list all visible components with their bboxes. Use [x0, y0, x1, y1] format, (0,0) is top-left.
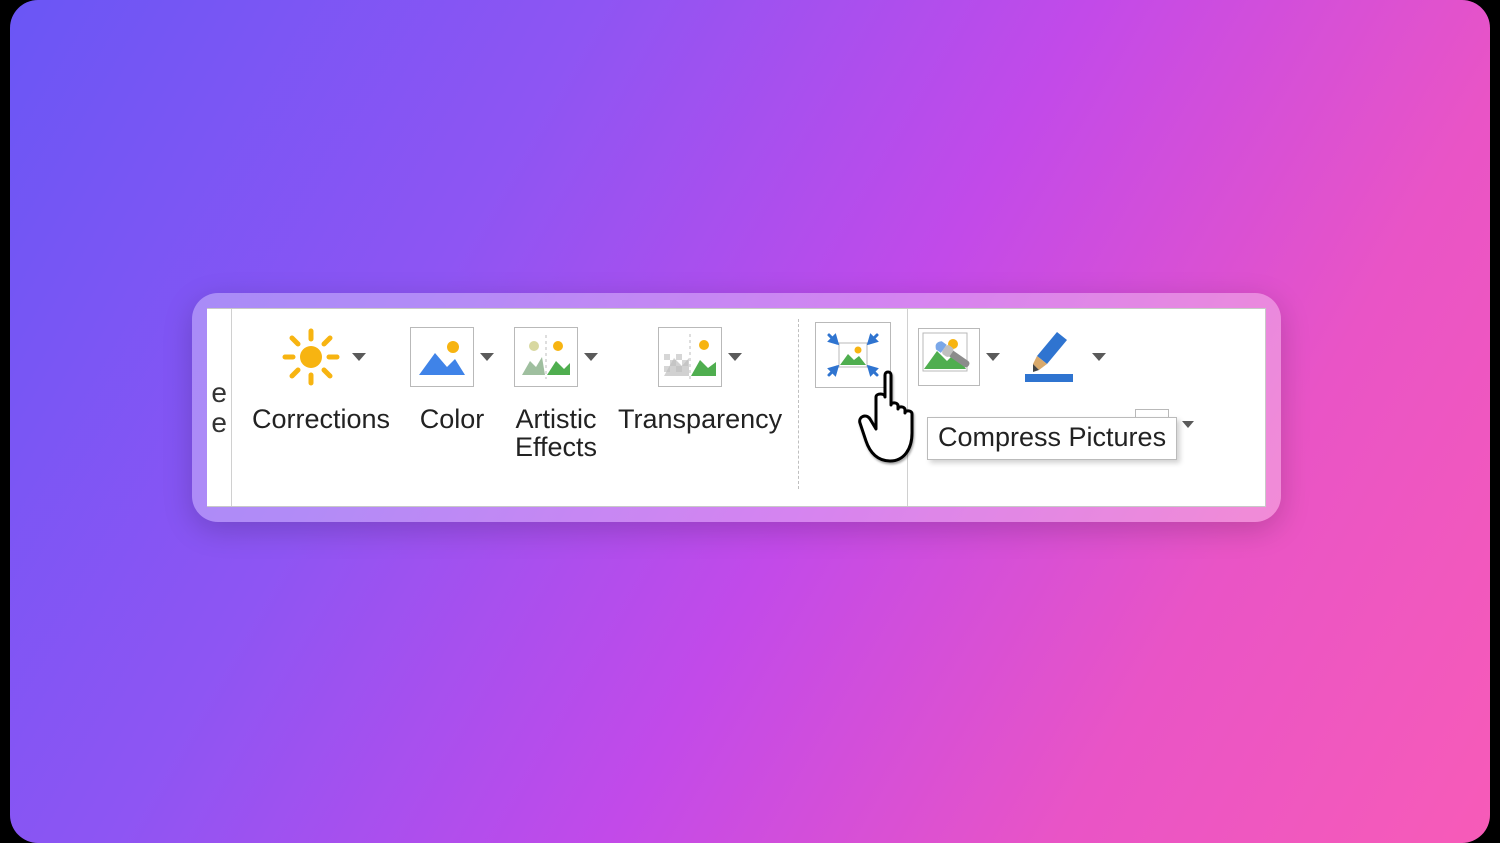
gradient-stage: e e: [10, 0, 1490, 843]
picture-icon: [410, 327, 474, 387]
picture-border-button[interactable]: [1010, 309, 1116, 393]
corrections-button[interactable]: Corrections: [232, 309, 400, 433]
color-label: Color: [420, 405, 485, 433]
compress-picture-icon: [815, 322, 891, 388]
chevron-down-icon[interactable]: [728, 353, 742, 361]
previous-group-cutoff: e e: [207, 309, 232, 506]
transparency-label: Transparency: [618, 405, 782, 433]
group-separator: [798, 319, 799, 489]
quick-styles-button[interactable]: Quick: [914, 309, 1010, 433]
picture-format-ribbon: e e: [207, 308, 1266, 507]
group-divider: [907, 309, 908, 506]
chevron-down-icon[interactable]: [584, 353, 598, 361]
artistic-effects-icon: [514, 327, 578, 387]
chevron-down-icon[interactable]: [480, 353, 494, 361]
chevron-down-icon[interactable]: [1182, 421, 1194, 428]
artistic-effects-label: Artistic Effects: [515, 405, 597, 462]
picture-border-pen-icon: [1016, 322, 1086, 392]
tooltip-compress-pictures: Compress Pictures: [927, 417, 1177, 460]
corrections-label: Corrections: [252, 405, 390, 433]
color-button[interactable]: Color: [400, 309, 504, 433]
artistic-effects-button[interactable]: Artistic Effects: [504, 309, 608, 462]
transparency-icon: [658, 327, 722, 387]
ribbon-panel: e e: [192, 293, 1281, 522]
chevron-down-icon[interactable]: [1092, 353, 1106, 361]
brightness-icon: [276, 322, 346, 392]
picture-brush-icon: [918, 328, 980, 386]
chevron-down-icon[interactable]: [352, 353, 366, 361]
chevron-down-icon[interactable]: [986, 353, 1000, 361]
transparency-button[interactable]: Transparency: [608, 309, 792, 433]
compress-pictures-button[interactable]: [805, 309, 901, 391]
